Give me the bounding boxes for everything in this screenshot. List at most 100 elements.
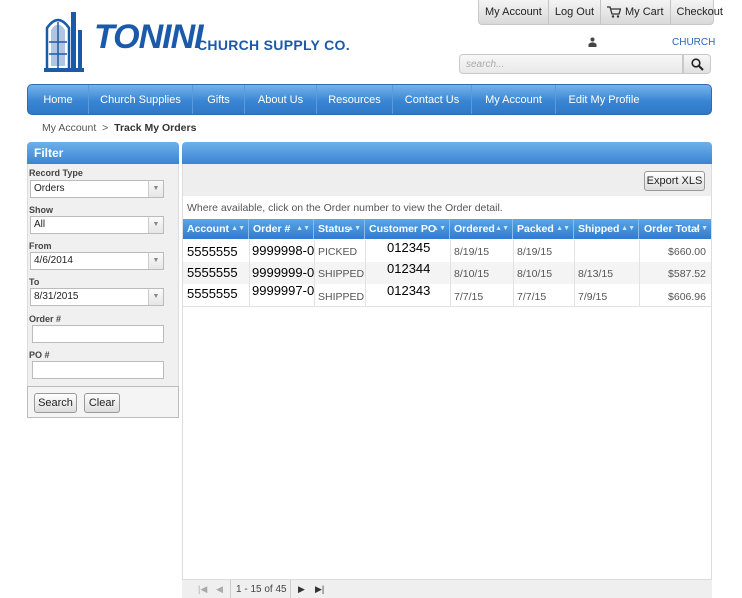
column-label: Ordered — [454, 223, 495, 235]
record-type-label: Record Type — [29, 168, 83, 178]
order-number-input[interactable] — [32, 325, 164, 343]
prev-page-icon[interactable]: ◀ — [216, 584, 223, 595]
record-type-value: Orders — [34, 183, 65, 194]
nav-gifts[interactable]: Gifts — [193, 85, 245, 114]
cell-account: 5555555 — [187, 286, 238, 301]
search-button[interactable] — [683, 54, 711, 74]
from-date-value: 4/6/2014 — [34, 255, 73, 266]
cell-customer-po: 012344 — [387, 261, 431, 276]
logo-title[interactable]: TONINI — [94, 18, 204, 57]
last-page-icon[interactable]: ▶| — [315, 584, 324, 595]
nav-resources[interactable]: Resources — [317, 85, 393, 114]
search-input[interactable]: search... — [459, 54, 683, 74]
cell-shipped: 7/9/15 — [578, 291, 608, 303]
cell-order-number[interactable]: 9999997-0 — [252, 283, 314, 298]
column-order-number[interactable]: Order # ▲▼ — [249, 219, 314, 239]
column-label: Packed — [517, 223, 554, 235]
cell-packed: 8/10/15 — [517, 268, 553, 280]
cell-order-total: $606.96 — [668, 291, 706, 303]
column-label: Customer PO — [369, 223, 437, 235]
column-packed[interactable]: Packed ▲▼ — [513, 219, 574, 239]
main-nav: Home Church Supplies Gifts About Us Reso… — [27, 84, 712, 115]
search-submit-button[interactable]: Search — [34, 393, 77, 413]
po-number-input[interactable] — [32, 361, 164, 379]
order-number-label: Order # — [29, 314, 62, 324]
grid-pager: |◀ ◀ 1 - 15 of 45 ▶ ▶| — [182, 579, 712, 598]
column-label: Order Total — [644, 223, 700, 235]
search-icon — [690, 57, 704, 71]
sort-icon: ▲▼ — [621, 225, 635, 232]
cell-status: SHIPPED — [318, 268, 365, 280]
pager-status: 1 - 15 of 45 — [236, 584, 287, 595]
show-label: Show — [29, 205, 53, 215]
top-links: My Account Log Out My Cart Checkout — [478, 0, 723, 25]
sort-icon: ▲▼ — [347, 225, 361, 232]
show-value: All — [34, 219, 46, 230]
nav-church-supplies[interactable]: Church Supplies — [89, 85, 193, 114]
sort-icon: ▲▼ — [296, 225, 310, 232]
chevron-down-icon: ▼ — [148, 181, 163, 197]
record-type-select[interactable]: Orders ▼ — [30, 180, 164, 198]
export-xls-button[interactable]: Export XLS — [644, 171, 705, 191]
column-shipped[interactable]: Shipped ▲▼ — [574, 219, 639, 239]
show-select[interactable]: All ▼ — [30, 216, 164, 234]
breadcrumb: My Account > Track My Orders — [42, 122, 196, 134]
column-label: Account — [187, 223, 229, 235]
cart-icon — [607, 6, 621, 18]
top-link-my-cart[interactable]: My Cart — [601, 0, 671, 24]
sort-icon: ▲▼ — [694, 225, 708, 232]
logo-icon — [44, 10, 84, 75]
breadcrumb-parent[interactable]: My Account — [42, 122, 96, 134]
my-cart-label: My Cart — [625, 6, 664, 18]
sort-icon: ▲▼ — [432, 225, 446, 232]
from-date-field[interactable]: 4/6/2014 ▼ — [30, 252, 164, 270]
po-number-label: PO # — [29, 350, 50, 360]
to-label: To — [29, 277, 40, 287]
chevron-down-icon: ▼ — [148, 253, 163, 269]
cell-shipped: 8/13/15 — [578, 268, 614, 280]
cell-order-number[interactable]: 9999999-0 — [252, 265, 314, 280]
nav-contact-us[interactable]: Contact Us — [393, 85, 472, 114]
top-link-log-out[interactable]: Log Out — [549, 0, 601, 24]
first-page-icon[interactable]: |◀ — [198, 584, 207, 595]
breadcrumb-separator: > — [102, 122, 109, 134]
column-label: Order # — [253, 223, 291, 235]
cell-customer-po: 012343 — [387, 283, 431, 298]
cell-packed: 7/7/15 — [517, 291, 547, 303]
cell-ordered: 7/7/15 — [454, 291, 484, 303]
column-order-total[interactable]: Order Total ▲▼ — [639, 219, 711, 239]
sort-icon: ▲▼ — [231, 225, 245, 232]
to-date-field[interactable]: 8/31/2015 ▼ — [30, 288, 164, 306]
nav-about-us[interactable]: About Us — [245, 85, 317, 114]
column-label: Status — [318, 223, 351, 235]
cell-order-total: $587.52 — [668, 268, 706, 280]
top-link-my-account[interactable]: My Account — [479, 0, 549, 24]
church-link[interactable]: CHURCH — [672, 37, 715, 48]
breadcrumb-current: Track My Orders — [114, 122, 197, 134]
cell-status: SHIPPED — [318, 291, 365, 303]
filter-title: Filter — [27, 142, 179, 164]
clear-button[interactable]: Clear — [84, 393, 120, 413]
nav-home[interactable]: Home — [28, 85, 89, 114]
cell-account: 5555555 — [187, 244, 238, 259]
cell-status: PICKED — [318, 246, 358, 258]
sort-icon: ▲▼ — [556, 225, 570, 232]
column-label: Shipped — [578, 223, 620, 235]
cell-customer-po: 012345 — [387, 240, 431, 255]
nav-edit-my-profile[interactable]: Edit My Profile — [556, 85, 652, 114]
orders-grid-header — [182, 142, 712, 164]
chevron-down-icon: ▼ — [148, 217, 163, 233]
sort-icon: ▲▼ — [495, 225, 509, 232]
nav-my-account[interactable]: My Account — [472, 85, 556, 114]
top-link-checkout[interactable]: Checkout — [671, 0, 729, 24]
cell-order-total: $660.00 — [668, 246, 706, 258]
cell-account: 5555555 — [187, 265, 238, 280]
column-customer-po[interactable]: Customer PO ▲▼ — [365, 219, 450, 239]
column-status[interactable]: Status ▲▼ — [314, 219, 365, 239]
to-date-value: 8/31/2015 — [34, 291, 79, 302]
cell-order-number[interactable]: 9999998-0 — [252, 243, 314, 258]
orders-grid-toolbar — [182, 164, 712, 196]
column-account[interactable]: Account ▲▼ — [183, 219, 249, 239]
next-page-icon[interactable]: ▶ — [298, 584, 305, 595]
column-ordered[interactable]: Ordered ▲▼ — [450, 219, 513, 239]
